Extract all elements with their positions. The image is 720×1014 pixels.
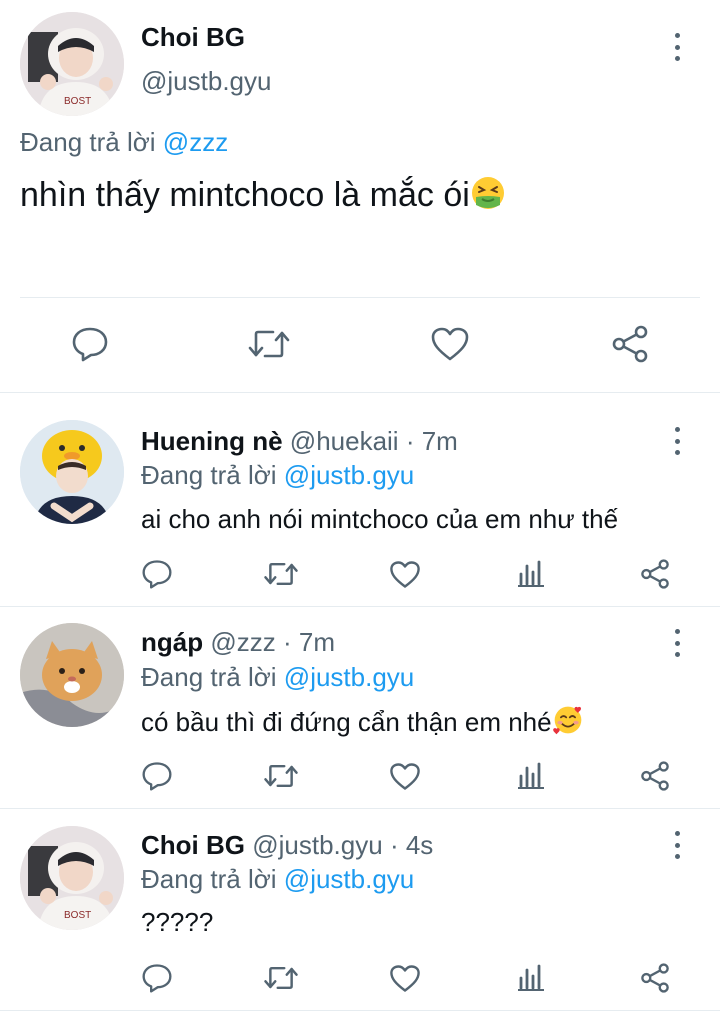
comment-icon	[142, 964, 172, 993]
smiling-face-with-hearts-icon	[552, 704, 584, 743]
main-display-name[interactable]: Choi BG	[141, 22, 245, 52]
avatar-image: BOST	[20, 12, 124, 116]
reply-2-text: có bầu thì đi đứng cẩn thận em nhé	[141, 704, 584, 743]
reply-3-header: Choi BG @justb.gyu · 4s	[141, 830, 433, 860]
more-options-icon[interactable]	[667, 629, 687, 657]
replying-prefix: Đang trả lời	[141, 460, 277, 490]
avatar-huening[interactable]	[20, 420, 124, 524]
retweet-icon	[248, 330, 290, 358]
like-button[interactable]	[386, 960, 424, 996]
like-button[interactable]	[386, 556, 424, 592]
retweet-button[interactable]	[261, 556, 301, 592]
replying-to-link[interactable]: @justb.gyu	[284, 864, 414, 894]
retweet-button[interactable]	[261, 758, 301, 794]
avatar-ngap[interactable]	[20, 623, 124, 727]
replying-to-link[interactable]: @justb.gyu	[284, 460, 414, 490]
main-tweet-text: nhìn thấy mintchoco là mắc ói	[20, 174, 506, 221]
retweet-icon	[264, 562, 298, 586]
replying-prefix: Đang trả lời	[20, 127, 156, 157]
like-button[interactable]	[426, 322, 474, 366]
reply-divider	[0, 1010, 720, 1011]
share-icon	[641, 559, 669, 589]
reply-button[interactable]	[138, 960, 176, 996]
share-button[interactable]	[636, 960, 674, 996]
comment-icon	[142, 762, 172, 791]
analytics-icon	[518, 560, 544, 587]
more-options-icon[interactable]	[667, 427, 687, 455]
more-options-icon[interactable]	[667, 831, 687, 859]
reply-3-time: · 4s	[389, 830, 434, 860]
retweet-button[interactable]	[245, 322, 293, 366]
comment-icon	[72, 327, 108, 362]
heart-icon	[390, 762, 420, 790]
share-icon	[612, 325, 648, 363]
reply-3-replying-to: Đang trả lời @justb.gyu	[141, 864, 414, 894]
retweet-icon	[264, 764, 298, 788]
share-button[interactable]	[636, 758, 674, 794]
reply-2-header: ngáp @zzz · 7m	[141, 627, 335, 657]
reply-button[interactable]	[66, 322, 114, 366]
share-button[interactable]	[606, 322, 654, 366]
avatar-choi-bg[interactable]: BOST	[20, 826, 124, 930]
analytics-icon	[518, 762, 544, 789]
svg-text:BOST: BOST	[64, 910, 91, 921]
reply-2-replying-to: Đang trả lời @justb.gyu	[141, 662, 414, 692]
main-tweet-divider	[20, 297, 700, 298]
reply-1-replying-to: Đang trả lời @justb.gyu	[141, 460, 414, 490]
main-tweet-text-content: nhìn thấy mintchoco là mắc ói	[20, 176, 470, 214]
analytics-button[interactable]	[512, 556, 550, 592]
share-icon	[641, 963, 669, 993]
reply-2-text-content: có bầu thì đi đứng cẩn thận em nhé	[141, 707, 552, 737]
replying-prefix: Đang trả lời	[141, 864, 277, 894]
nauseated-face-icon	[470, 175, 506, 221]
more-options-icon[interactable]	[667, 33, 687, 61]
analytics-icon	[518, 964, 544, 991]
reply-3-display-name[interactable]: Choi BG	[141, 830, 245, 860]
reply-1-header: Huening nè @huekaii · 7m	[141, 426, 458, 456]
comment-icon	[142, 560, 172, 589]
reply-2-display-name[interactable]: ngáp	[141, 627, 203, 657]
reply-2-time: · 7m	[282, 627, 335, 657]
heart-icon	[390, 560, 420, 588]
avatar-image: BOST	[20, 826, 124, 930]
reply-3-text: ?????	[141, 907, 214, 937]
reply-2-handle[interactable]: @zzz	[210, 627, 275, 657]
reply-button[interactable]	[138, 556, 176, 592]
avatar-image	[20, 623, 124, 727]
heart-icon	[431, 327, 469, 361]
reply-1-text: ai cho anh nói mintchoco của em như thế	[141, 504, 619, 534]
retweet-button[interactable]	[261, 960, 301, 996]
heart-icon	[390, 964, 420, 992]
reply-button[interactable]	[138, 758, 176, 794]
replying-to-link[interactable]: @justb.gyu	[284, 662, 414, 692]
reply-divider	[0, 606, 720, 607]
share-icon	[641, 761, 669, 791]
main-replying-to: Đang trả lời @zzz	[20, 127, 228, 157]
reply-1-display-name[interactable]: Huening nè	[141, 426, 283, 456]
reply-1-time: · 7m	[405, 426, 458, 456]
main-handle[interactable]: @justb.gyu	[141, 66, 271, 96]
replying-prefix: Đang trả lời	[141, 662, 277, 692]
like-button[interactable]	[386, 758, 424, 794]
replying-to-link[interactable]: @zzz	[163, 127, 228, 157]
retweet-icon	[264, 966, 298, 990]
reply-1-handle[interactable]: @huekaii	[290, 426, 399, 456]
section-divider	[0, 392, 720, 393]
avatar-choi-bg[interactable]: BOST	[20, 12, 124, 116]
analytics-button[interactable]	[512, 758, 550, 794]
analytics-button[interactable]	[512, 960, 550, 996]
share-button[interactable]	[636, 556, 674, 592]
svg-text:BOST: BOST	[64, 96, 91, 107]
reply-3-handle[interactable]: @justb.gyu	[252, 830, 382, 860]
avatar-image	[20, 420, 124, 524]
reply-divider	[0, 808, 720, 809]
